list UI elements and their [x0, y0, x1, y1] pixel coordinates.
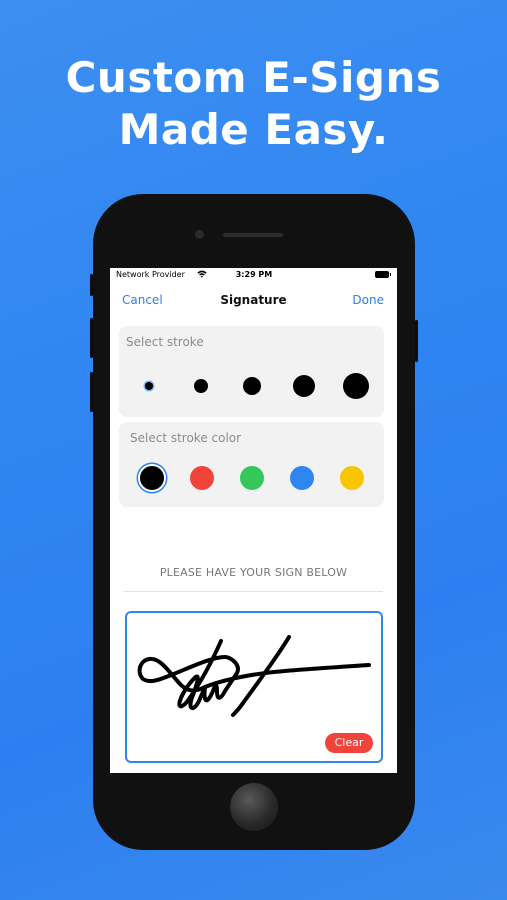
stroke-color-green[interactable]: [240, 466, 264, 490]
clear-button[interactable]: Clear: [325, 733, 373, 753]
volume-up-button: [90, 318, 93, 358]
mute-switch: [90, 274, 93, 296]
home-button[interactable]: [230, 783, 278, 831]
stroke-color-panel: Select stroke color: [119, 422, 384, 507]
stroke-color-red[interactable]: [190, 466, 214, 490]
status-bar: Network Provider 3:29 PM: [110, 268, 397, 282]
stroke-size-option-1[interactable]: [145, 382, 153, 390]
earpiece-speaker: [223, 233, 283, 237]
stroke-size-option-5[interactable]: [343, 373, 369, 399]
stroke-size-panel: Select stroke: [119, 326, 384, 417]
sign-instruction: PLEASE HAVE YOUR SIGN BELOW: [159, 566, 348, 579]
battery-icon: [375, 271, 391, 278]
front-camera: [195, 230, 204, 239]
headline: Custom E-Signs Made Easy.: [0, 52, 507, 156]
phone-screen: Network Provider 3:29 PM Signature Cance…: [110, 268, 397, 773]
stroke-size-option-2[interactable]: [194, 379, 208, 393]
phone-frame: Network Provider 3:29 PM Signature Cance…: [90, 194, 418, 850]
headline-line-1: Custom E-Signs: [65, 53, 442, 102]
wifi-icon: [197, 270, 207, 278]
stroke-color-yellow[interactable]: [340, 466, 364, 490]
stroke-size-option-4[interactable]: [293, 375, 315, 397]
done-button[interactable]: Done: [352, 293, 384, 307]
status-time: 3:29 PM: [235, 270, 273, 279]
stroke-color-black[interactable]: [140, 466, 164, 490]
cancel-button[interactable]: Cancel: [122, 293, 163, 307]
headline-line-2: Made Easy.: [118, 105, 389, 154]
power-button: [415, 320, 418, 362]
divider: [124, 591, 383, 592]
stroke-size-label: Select stroke: [126, 335, 204, 349]
signature-canvas[interactable]: Clear: [125, 611, 383, 763]
volume-down-button: [90, 372, 93, 412]
stroke-size-option-3[interactable]: [243, 377, 261, 395]
stroke-color-label: Select stroke color: [130, 431, 242, 445]
navigation-bar: Signature Cancel Done: [110, 290, 397, 310]
stroke-color-blue[interactable]: [290, 466, 314, 490]
carrier-name: Network Provider: [116, 270, 185, 279]
